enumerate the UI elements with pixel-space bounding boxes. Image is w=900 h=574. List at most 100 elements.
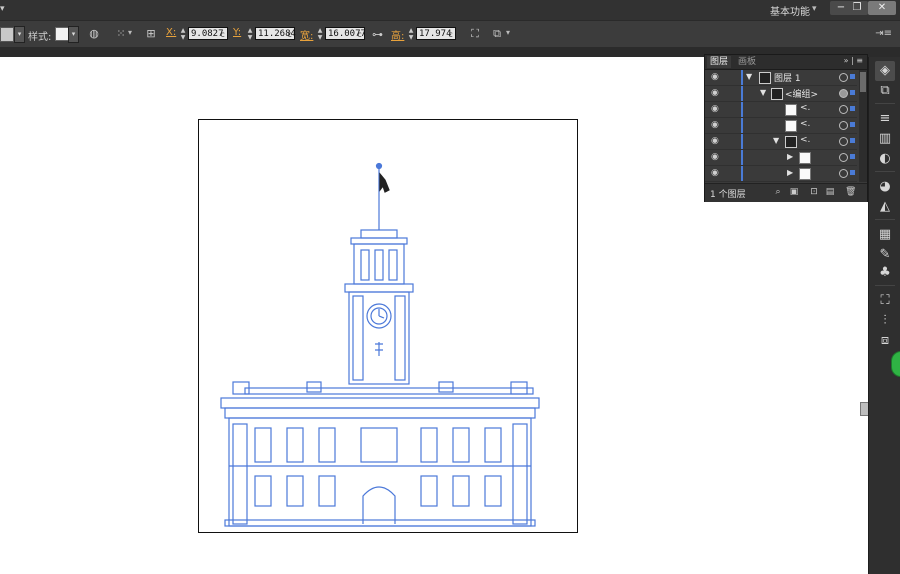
new-sublayer-icon[interactable]: ⊡ (809, 187, 819, 197)
isolate-dropdown-icon[interactable]: ▾ (506, 28, 510, 43)
target-circle-icon[interactable] (839, 73, 848, 82)
style-swatch[interactable] (55, 27, 69, 41)
expand-toggle-icon[interactable]: ▼ (773, 136, 779, 145)
make-clipping-mask-icon[interactable]: ▣ (789, 187, 799, 197)
layer-row[interactable]: ◉ ▼ <编组> (705, 86, 857, 102)
style-dropdown[interactable]: ▾ (68, 26, 79, 43)
tab-layers[interactable]: 图层 (707, 56, 732, 68)
graphic-styles-icon[interactable]: ◭ (877, 199, 893, 215)
gradient-icon[interactable]: ▥ (877, 131, 893, 147)
x-unit: c (220, 30, 225, 39)
layer-name[interactable]: <. (800, 103, 810, 113)
layers-scrollbar[interactable] (859, 70, 867, 182)
window-4 (420, 427, 438, 463)
selection-indicator[interactable] (850, 122, 855, 127)
layer-row[interactable]: ◉ ▼ <. (705, 134, 857, 150)
layers-icon[interactable]: ◈ (875, 61, 895, 81)
new-layer-icon[interactable]: ▤ (825, 187, 835, 197)
reference-dropdown-icon[interactable]: ▾ (128, 28, 132, 43)
expand-toggle-icon[interactable]: ▶ (787, 152, 793, 161)
layer-row[interactable]: ◉ ▼ 图层 1 (705, 70, 857, 86)
window-1 (254, 427, 272, 463)
visibility-eye-icon[interactable]: ◉ (711, 169, 721, 178)
locate-object-icon[interactable]: ⌕ (773, 187, 783, 197)
workspace-caret-icon[interactable]: ▾ (812, 4, 817, 14)
panel-dock: ◈ ⧉ ≡ ▥ ◐ ◕ ◭ ▦ ✎ ♣ ⛶ ⫶ ⧈ (868, 57, 900, 574)
target-circle-icon[interactable] (839, 89, 848, 98)
close-button[interactable]: ✕ (868, 1, 896, 15)
appearance-icon[interactable]: ◕ (877, 179, 893, 195)
visibility-eye-icon[interactable]: ◉ (711, 137, 721, 146)
symbols-icon[interactable]: ♣ (877, 265, 893, 281)
opacity-swatch[interactable] (0, 27, 14, 42)
target-circle-icon[interactable] (839, 105, 848, 114)
height-stepper[interactable]: ▲ ▼ (407, 27, 415, 41)
selection-indicator[interactable] (850, 154, 855, 159)
height-field[interactable]: 17.974 c (416, 27, 456, 40)
selection-indicator[interactable] (850, 74, 855, 79)
layers-scroll-thumb[interactable] (860, 72, 866, 92)
delete-layer-icon[interactable]: 🗑 (845, 187, 856, 197)
opacity-dropdown[interactable]: ▾ (14, 26, 25, 43)
target-circle-icon[interactable] (839, 121, 848, 130)
transform-icon[interactable]: ⛶ (468, 27, 482, 41)
selection-indicator[interactable] (850, 170, 855, 175)
height-value: 17.974 (419, 29, 452, 39)
dock-divider (875, 103, 895, 104)
selection-indicator[interactable] (850, 90, 855, 95)
layer-row[interactable]: ◉ <. (705, 102, 857, 118)
layer-name[interactable]: <. (800, 119, 810, 129)
transparency-icon[interactable]: ◐ (877, 151, 893, 167)
reference-point-icon[interactable]: ⁙ (114, 27, 128, 41)
x-stepper[interactable]: ▲ ▼ (179, 27, 187, 41)
restore-button[interactable]: ❐ (846, 1, 868, 15)
align-grid-icon[interactable]: ⊞ (144, 27, 158, 41)
x-field[interactable]: 9.0827 c (188, 27, 228, 40)
height-label: 高: (391, 31, 405, 42)
brushes-icon[interactable]: ✎ (877, 247, 893, 263)
width-stepper[interactable]: ▲ ▼ (316, 27, 324, 41)
panel-menu-icon[interactable]: ⇥≡ (875, 28, 892, 39)
target-circle-icon[interactable] (839, 153, 848, 162)
target-circle-icon[interactable] (839, 169, 848, 178)
visibility-eye-icon[interactable]: ◉ (711, 89, 721, 98)
selection-indicator[interactable] (850, 138, 855, 143)
transform-icon[interactable]: ⛶ (877, 293, 893, 309)
recolor-artwork-icon[interactable]: ◍ (87, 27, 101, 41)
expand-toggle-icon[interactable]: ▼ (760, 88, 766, 97)
visibility-eye-icon[interactable]: ◉ (711, 153, 721, 162)
y-stepper[interactable]: ▲ ▼ (246, 27, 254, 41)
panel-collapse-icon[interactable]: » | ≡ (844, 56, 863, 65)
layer-thumbnail (799, 168, 811, 180)
artboards-icon[interactable]: ⧉ (877, 83, 893, 99)
lantern-window-2 (374, 249, 384, 281)
width-field[interactable]: 16.0077 c (325, 27, 366, 40)
layer-row[interactable]: ◉ ▶ (705, 166, 857, 182)
layer-row[interactable]: ◉ ▶ (705, 150, 857, 166)
workspace-switcher[interactable]: 基本功能 (770, 3, 810, 18)
align-icon[interactable]: ≡ (877, 111, 893, 127)
expand-toggle-icon[interactable]: ▼ (746, 72, 752, 81)
selected-artwork[interactable] (199, 120, 579, 534)
layer-thumbnail (785, 136, 797, 148)
constrain-proportions-icon[interactable]: ⊶ (372, 28, 383, 43)
isolate-icon[interactable]: ⧉ (490, 27, 504, 41)
visibility-eye-icon[interactable]: ◉ (711, 105, 721, 114)
expand-toggle-icon[interactable]: ▶ (787, 168, 793, 177)
lantern-window-1 (360, 249, 370, 281)
visibility-eye-icon[interactable]: ◉ (711, 73, 721, 82)
selection-indicator[interactable] (850, 106, 855, 111)
layer-name[interactable]: 图层 1 (774, 71, 801, 84)
layer-row[interactable]: ◉ <. (705, 118, 857, 134)
y-field[interactable]: 11.2684 c (255, 27, 296, 40)
layer-name[interactable]: <编组> (785, 87, 818, 100)
layer-name[interactable]: <. (800, 135, 810, 145)
menu-caret-icon[interactable]: ▾ (0, 4, 12, 16)
align-panel-icon[interactable]: ⫶ (877, 313, 893, 329)
artboard[interactable] (198, 119, 578, 533)
pathfinder-icon[interactable]: ⧈ (877, 333, 893, 349)
target-circle-icon[interactable] (839, 137, 848, 146)
visibility-eye-icon[interactable]: ◉ (711, 121, 721, 130)
tab-artboards[interactable]: 画板 (735, 56, 759, 68)
swatches-icon[interactable]: ▦ (877, 227, 893, 243)
